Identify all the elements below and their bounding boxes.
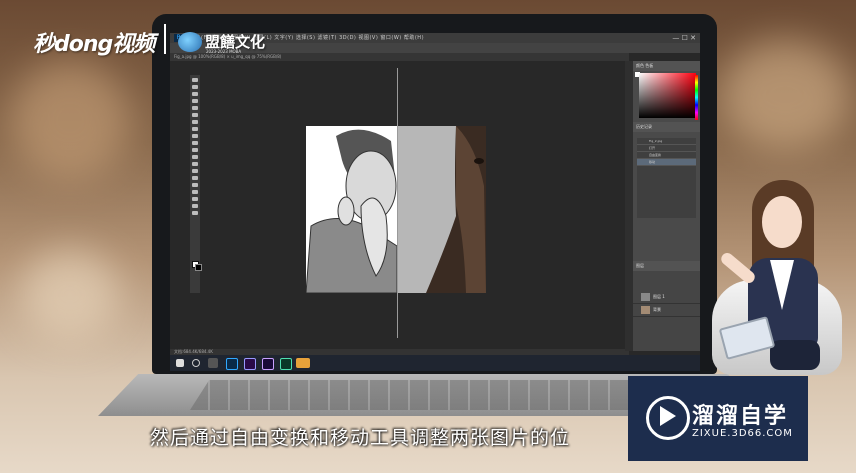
- hand-tool-icon[interactable]: [192, 204, 198, 208]
- tab-layers[interactable]: 图层: [633, 261, 700, 271]
- bokeh-light: [10, 60, 130, 180]
- windows-start-icon[interactable]: [176, 359, 184, 367]
- history-list: Fig_2.jpg 打开 自由变换 移动: [637, 138, 696, 218]
- panel-icon-strip[interactable]: [625, 61, 633, 351]
- video-subtitle: 然后通过自由变换和移动工具调整两张图片的位: [150, 427, 571, 449]
- history-brush-tool-icon[interactable]: [192, 141, 198, 145]
- crop-tool-icon[interactable]: [192, 106, 198, 110]
- brand-logo-left: 秒dong视频: [33, 32, 155, 57]
- doc-tab[interactable]: Fig_a.jpg @ 100%(RGB/8) × u_img_qq @ 75%…: [170, 53, 629, 61]
- history-item[interactable]: 打开: [637, 145, 696, 152]
- layer-row[interactable]: 图层 1: [633, 291, 700, 304]
- path-select-tool-icon[interactable]: [192, 190, 198, 194]
- pen-tool-icon[interactable]: [192, 176, 198, 180]
- brand-sub: 2023-2023 MOBA: [206, 49, 242, 54]
- move-tool-icon[interactable]: [192, 78, 198, 82]
- hue-slider[interactable]: [695, 75, 698, 120]
- layer-name: 图层 1: [653, 294, 665, 299]
- ps-taskbar-icon[interactable]: [226, 358, 238, 370]
- history-item[interactable]: 自由变换: [637, 152, 696, 159]
- window-controls[interactable]: — ☐ ✕: [672, 34, 696, 42]
- shape-tool-icon[interactable]: [192, 197, 198, 201]
- brand-divider: [164, 24, 166, 54]
- dodge-tool-icon[interactable]: [192, 169, 198, 173]
- layer-thumbnail: [641, 293, 650, 301]
- color-picker[interactable]: [639, 73, 696, 118]
- background-color-swatch[interactable]: [195, 264, 202, 271]
- au-taskbar-icon[interactable]: [280, 358, 292, 370]
- marquee-tool-icon[interactable]: [192, 85, 198, 89]
- layers-panel: 图层 图层 1 背景: [633, 261, 700, 351]
- menu-item[interactable]: 3D(D): [339, 35, 356, 41]
- lasso-tool-icon[interactable]: [192, 92, 198, 96]
- menu-item[interactable]: 帮助(H): [404, 35, 424, 41]
- layer-row[interactable]: 背景: [633, 304, 700, 317]
- history-item[interactable]: 移动: [637, 159, 696, 166]
- tab-color[interactable]: 颜色 色板: [633, 61, 700, 71]
- quick-select-tool-icon[interactable]: [192, 99, 198, 103]
- history-item[interactable]: Fig_2.jpg: [637, 138, 696, 145]
- bokeh-light: [720, 40, 850, 150]
- guide-line[interactable]: [397, 68, 398, 338]
- search-icon[interactable]: [192, 359, 200, 367]
- layer-name: 背景: [653, 307, 661, 312]
- menu-item[interactable]: 文字(Y): [274, 35, 293, 41]
- type-tool-icon[interactable]: [192, 183, 198, 187]
- ae-taskbar-icon[interactable]: [262, 358, 274, 370]
- zoom-tool-icon[interactable]: [192, 211, 198, 215]
- taskview-icon[interactable]: [208, 358, 218, 368]
- layer-thumbnail: [641, 306, 650, 314]
- eraser-tool-icon[interactable]: [192, 148, 198, 152]
- gradient-tool-icon[interactable]: [192, 155, 198, 159]
- right-panels: 颜色 色板 历史记录 Fig_2.jpg 打开 自由变换 移动 图层 图层 1 …: [633, 61, 700, 351]
- avatar-face: [762, 196, 802, 248]
- document-image: [306, 126, 486, 293]
- play-triangle-icon: [660, 406, 676, 426]
- stamp-tool-icon[interactable]: [192, 134, 198, 138]
- eyedropper-tool-icon[interactable]: [192, 113, 198, 117]
- premiere-taskbar-icon[interactable]: [244, 358, 256, 370]
- bokeh-light: [20, 250, 120, 340]
- brush-tool-icon[interactable]: [192, 127, 198, 131]
- laptop-screen: Ps 文件(F) 编辑(E) 图像(I) 图层(L) 文字(Y) 选择(S) 滤…: [170, 33, 700, 371]
- blur-tool-icon[interactable]: [192, 162, 198, 166]
- menu-item[interactable]: 滤镜(T): [318, 35, 337, 41]
- avatar-legs: [770, 340, 820, 370]
- menu-item[interactable]: 选择(S): [296, 35, 316, 41]
- watermark-url: ZIXUE.3D66.COM: [692, 428, 793, 439]
- windows-taskbar: [170, 355, 700, 371]
- healing-tool-icon[interactable]: [192, 120, 198, 124]
- brand-globe-icon: [178, 32, 202, 52]
- menu-item[interactable]: 视图(V): [358, 35, 378, 41]
- laptop-keyboard: [190, 380, 670, 410]
- menu-item[interactable]: 窗口(W): [380, 35, 401, 41]
- app-taskbar-icon[interactable]: [296, 358, 310, 368]
- tab-history[interactable]: 历史记录: [633, 122, 700, 132]
- watermark-name: 溜溜自学: [692, 404, 789, 429]
- canvas-document[interactable]: [306, 126, 486, 293]
